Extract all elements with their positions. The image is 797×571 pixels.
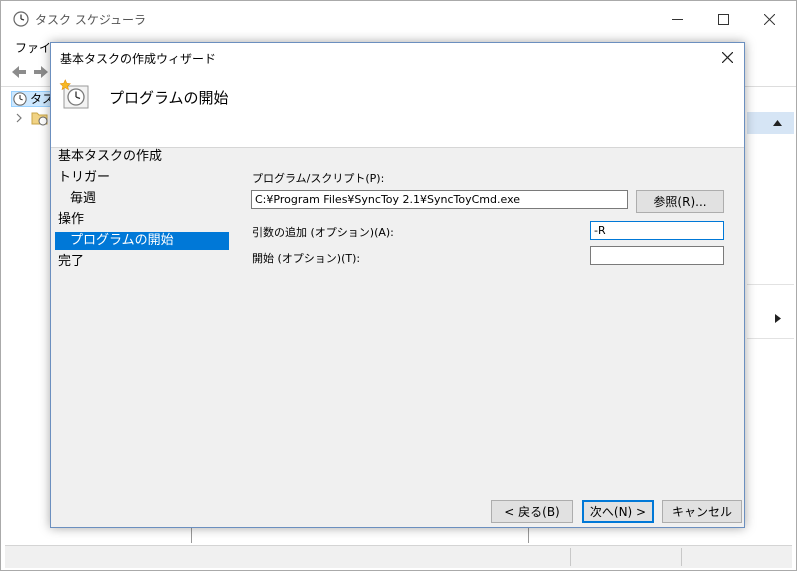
status-separator (570, 548, 571, 566)
pane-divider (191, 527, 529, 543)
step-finish[interactable]: 完了 (58, 253, 84, 271)
maximize-icon (717, 13, 729, 25)
start-in-label: 開始 (オプション)(T): (252, 252, 361, 265)
main-close-button[interactable] (746, 1, 792, 37)
step-action[interactable]: 操作 (58, 211, 84, 229)
forward-arrow-icon[interactable] (31, 62, 51, 82)
navigation-tree: タス (5, 88, 55, 543)
dialog-title: 基本タスクの作成ウィザード (60, 52, 217, 66)
main-window-title: タスク スケジューラ (35, 13, 146, 27)
page-title: プログラムの開始 (109, 89, 229, 107)
arguments-input[interactable]: -R (590, 221, 724, 240)
back-button[interactable]: < 戻る(B) (491, 500, 573, 523)
clock-icon (13, 11, 29, 27)
step-weekly[interactable]: 毎週 (70, 190, 96, 208)
status-separator (681, 548, 682, 566)
tree-root-task-scheduler[interactable]: タス (11, 91, 55, 107)
divider (747, 338, 794, 339)
task-wizard-icon (59, 79, 89, 109)
start-in-input[interactable] (590, 246, 724, 265)
back-arrow-icon[interactable] (9, 62, 29, 82)
folder-clock-icon (31, 112, 48, 126)
dialog-titlebar: 基本タスクの作成ウィザード (51, 43, 744, 71)
step-create-basic-task[interactable]: 基本タスクの作成 (58, 148, 162, 166)
step-start-program[interactable]: プログラムの開始 (55, 232, 229, 250)
program-script-label: プログラム/スクリプト(P): (252, 172, 385, 185)
caret-up-icon[interactable] (773, 120, 782, 126)
program-script-input[interactable]: C:¥Program Files¥SyncToy 2.1¥SyncToyCmd.… (251, 190, 628, 209)
minimize-button[interactable] (654, 1, 700, 37)
close-icon (721, 51, 733, 63)
dialog-close-button[interactable] (714, 45, 740, 69)
main-titlebar: タスク スケジューラ (1, 1, 796, 37)
close-icon (763, 13, 775, 25)
create-basic-task-wizard: 基本タスクの作成ウィザード プログラムの開始 基本タスクの作成 トリガー 毎週 … (50, 42, 745, 528)
minimize-icon (671, 18, 683, 20)
cancel-button[interactable]: キャンセル (662, 500, 742, 523)
browse-button[interactable]: 参照(R)... (636, 190, 724, 213)
chevron-right-icon[interactable] (15, 113, 23, 123)
dialog-header: プログラムの開始 (51, 71, 744, 148)
status-bar (5, 545, 792, 568)
actions-header[interactable] (747, 112, 794, 134)
actions-pane (747, 88, 794, 543)
clock-icon (13, 92, 27, 106)
tree-item-library[interactable] (15, 110, 55, 126)
maximize-button[interactable] (700, 1, 746, 37)
arguments-label: 引数の追加 (オプション)(A): (252, 226, 394, 239)
next-button[interactable]: 次へ(N) > (582, 500, 654, 523)
caret-right-icon[interactable] (775, 314, 781, 323)
divider (747, 284, 794, 285)
step-trigger[interactable]: トリガー (58, 169, 110, 187)
